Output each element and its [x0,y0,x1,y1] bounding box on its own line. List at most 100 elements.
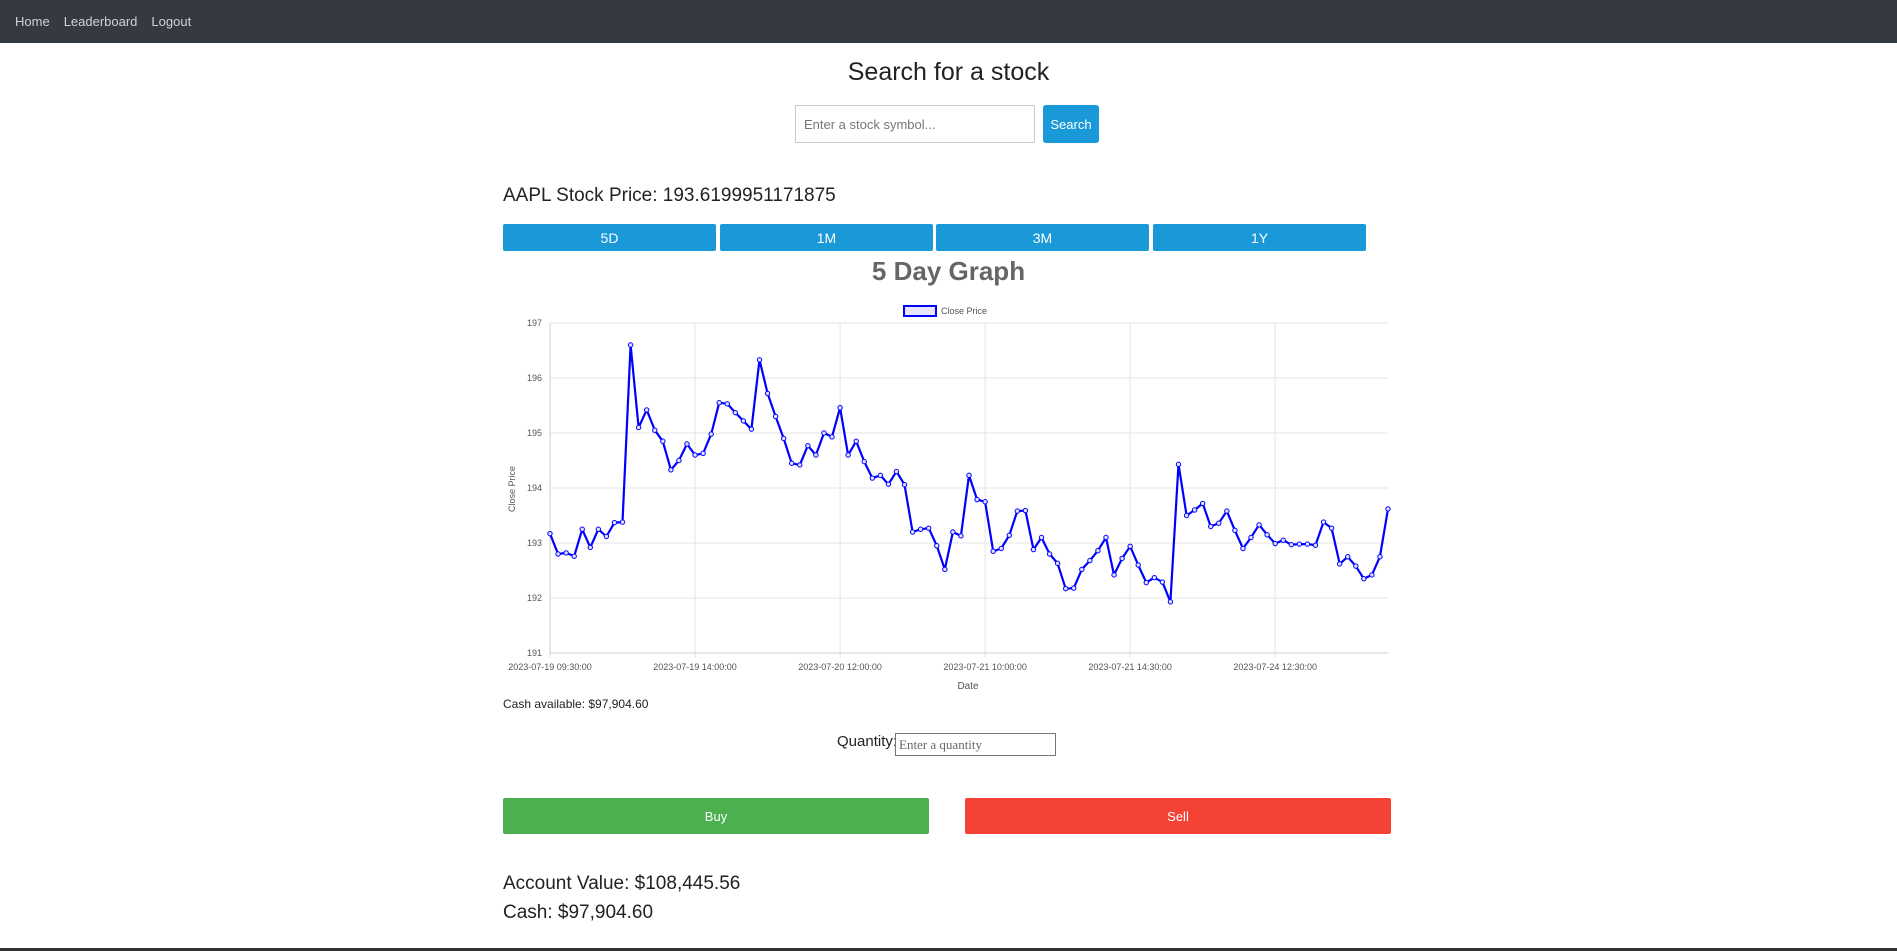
data-point [1135,562,1141,568]
data-point [547,530,553,537]
data-point [861,458,867,465]
data-point [619,519,626,525]
data-point [1143,579,1149,586]
data-point [668,467,674,473]
y-tick-label: 195 [527,428,542,438]
data-point [797,462,803,468]
data-point [1232,527,1238,534]
data-point [1312,542,1319,548]
data-point [708,431,714,437]
data-point [579,526,585,532]
data-point [1216,520,1222,526]
data-point [813,452,819,458]
data-point [732,409,739,416]
data-point [1336,561,1343,567]
sell-button[interactable]: Sell [965,798,1391,834]
data-point [1054,560,1061,567]
stock-symbol-input[interactable] [795,105,1035,143]
data-point [1361,576,1367,582]
data-point [764,390,771,397]
data-point [805,442,811,449]
data-point [563,550,569,556]
x-tick-label: 2023-07-21 14:30:00 [1088,662,1172,672]
data-point [966,472,972,479]
data-point [1022,507,1029,514]
data-point [740,418,747,424]
data-point [1079,566,1085,573]
data-point [643,407,650,413]
data-point [1183,512,1190,519]
x-tick-label: 2023-07-19 14:00:00 [653,662,737,672]
close-price-points [547,342,1391,605]
data-point [1199,500,1206,507]
data-point [1377,554,1383,560]
range-3m-button[interactable]: 3M [936,224,1149,251]
data-point [756,357,763,363]
data-point [1103,534,1109,541]
data-point [837,405,843,411]
data-point [990,548,996,554]
data-point [885,481,892,487]
graph-title: 5 Day Graph [871,256,1026,286]
data-point [1071,585,1077,591]
data-point [652,427,658,433]
x-tick-label: 2023-07-20 12:00:00 [798,662,882,672]
search-button[interactable]: Search [1043,105,1099,143]
data-point [1328,525,1335,531]
top-navbar: Home Leaderboard Logout [0,0,1897,43]
data-point [1272,540,1278,547]
data-point [716,400,722,406]
x-tick-label: 2023-07-19 09:30:00 [508,662,592,672]
data-point [909,529,916,535]
nav-logout-link[interactable]: Logout [151,14,191,29]
nav-leaderboard-link[interactable]: Leaderboard [64,14,138,29]
data-point [1087,557,1093,564]
range-1y-button[interactable]: 1Y [1153,224,1366,251]
data-point [974,496,980,503]
data-point [1369,572,1375,578]
data-point [998,545,1004,552]
data-point [555,551,561,557]
data-point [934,543,940,549]
y-axis-title: Close Price [507,466,517,512]
data-point [1296,541,1303,547]
range-1m-button[interactable]: 1M [720,224,933,251]
chart-grid [549,322,1388,658]
data-point [603,533,610,540]
x-axis-title: Date [957,681,979,692]
data-point [1151,574,1158,581]
legend-label: Close Price [941,306,987,316]
data-point [869,475,876,481]
y-tick-label: 193 [527,538,542,548]
data-point [917,526,924,532]
data-point [877,472,884,479]
data-point [1240,545,1246,552]
stock-price-heading: AAPL Stock Price: 193.6199951171875 [503,185,836,206]
y-tick-label: 192 [527,593,542,603]
quantity-input[interactable] [895,733,1056,756]
buy-button[interactable]: Buy [503,798,929,834]
data-point [1304,541,1311,547]
data-point [700,450,706,457]
data-point [1062,585,1069,592]
data-point [1119,555,1125,562]
data-point [587,544,593,551]
account-value-text: Account Value: $108,445.56 [503,873,741,894]
data-point [684,441,690,447]
data-point [1175,461,1182,468]
data-point [780,435,787,442]
data-point [789,460,795,466]
y-tick-label: 191 [527,648,542,658]
data-point [1014,508,1021,514]
nav-home-link[interactable]: Home [15,14,50,29]
data-point [1264,532,1270,538]
cash-available-text: Cash available: $97,904.60 [503,697,649,711]
data-point [853,438,859,444]
data-point [1167,599,1174,605]
search-title: Search for a stock [847,58,1050,86]
data-point [748,426,755,432]
data-point [958,533,964,539]
x-tick-label: 2023-07-24 12:30:00 [1233,662,1317,672]
range-5d-button[interactable]: 5D [503,224,716,251]
data-point [1280,537,1286,543]
